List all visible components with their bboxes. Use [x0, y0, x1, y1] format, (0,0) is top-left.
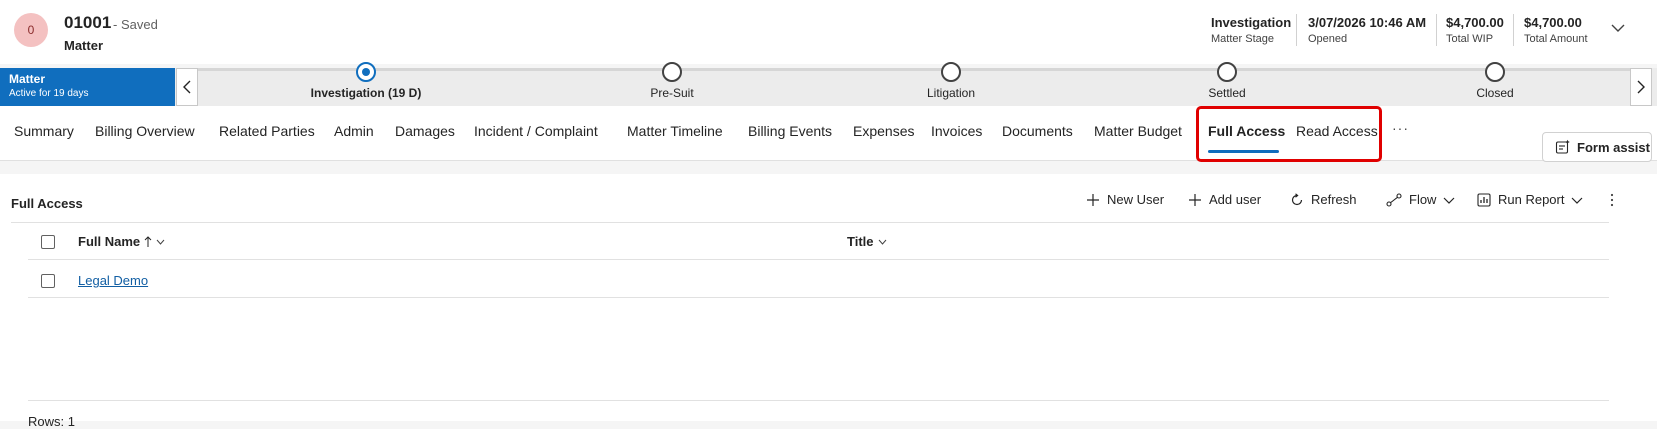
- subgrid-divider: [11, 222, 1609, 223]
- chevron-down-icon: [1572, 197, 1583, 204]
- header-field-total-wip: $4,700.00 Total WIP: [1446, 15, 1504, 45]
- report-icon: [1477, 192, 1491, 207]
- row-count: Rows: 1: [28, 414, 75, 429]
- stage-circle-icon: [1485, 62, 1505, 82]
- sort-ascending-icon: [144, 235, 152, 247]
- form-assist-button[interactable]: Form assist: [1542, 132, 1652, 162]
- header-divider: [1513, 14, 1514, 46]
- header-field-opened: 3/07/2026 10:46 AM Opened: [1308, 15, 1426, 45]
- avatar: 0: [14, 13, 48, 47]
- new-user-label: New User: [1107, 192, 1165, 207]
- plus-icon: [1087, 193, 1099, 206]
- header-field-value: Investigation: [1211, 15, 1292, 30]
- tab-highlight-annotation: [1196, 106, 1382, 162]
- full-access-subgrid: Full Access New User Add user Refresh Fl…: [0, 174, 1657, 429]
- chevron-down-icon: [878, 239, 886, 245]
- add-user-button[interactable]: Add user: [1188, 192, 1261, 207]
- header-row-divider: [28, 259, 1609, 260]
- process-name: Matter: [9, 72, 46, 86]
- column-header-full-name[interactable]: Full Name: [78, 234, 165, 249]
- tab-billing-overview[interactable]: Billing Overview: [95, 123, 195, 139]
- tab-admin[interactable]: Admin: [334, 123, 374, 139]
- tab-invoices[interactable]: Invoices: [931, 123, 982, 139]
- header-field-value: 3/07/2026 10:46 AM: [1308, 15, 1427, 30]
- bpf-previous-button[interactable]: [176, 68, 198, 106]
- tab-summary[interactable]: Summary: [14, 123, 74, 139]
- stage-label: Pre-Suit: [650, 86, 694, 100]
- bpf-track: [198, 68, 1630, 71]
- stage-label: Closed: [1476, 86, 1514, 100]
- tab-damages[interactable]: Damages: [395, 123, 455, 139]
- entity-name: Matter: [64, 38, 104, 53]
- form-assist-label: Form assist: [1577, 139, 1650, 155]
- header-field-label: Total Amount: [1524, 33, 1588, 45]
- header-field-value: $4,700.00: [1524, 15, 1582, 30]
- flow-button[interactable]: Flow: [1386, 192, 1455, 207]
- chevron-down-icon: [156, 239, 165, 245]
- header-divider: [1436, 14, 1437, 46]
- header-field-label: Opened: [1308, 33, 1348, 45]
- tab-documents[interactable]: Documents: [1002, 123, 1073, 139]
- form-tab-bar: Summary Billing Overview Related Parties…: [0, 106, 1657, 161]
- footer-divider: [28, 400, 1609, 401]
- save-status: - Saved: [113, 17, 158, 32]
- header-field-value: $4,700.00: [1446, 15, 1504, 30]
- tab-matter-timeline[interactable]: Matter Timeline: [627, 123, 723, 139]
- run-report-button[interactable]: Run Report: [1477, 192, 1583, 207]
- row-full-name-link[interactable]: Legal Demo: [78, 273, 148, 288]
- header-field-label: Total WIP: [1446, 33, 1494, 45]
- stage-circle-icon: [1217, 62, 1237, 82]
- process-stage-box[interactable]: Matter Active for 19 days: [0, 68, 175, 106]
- chevron-right-icon: [1637, 80, 1645, 94]
- header-field-matter-stage: Investigation Matter Stage: [1211, 15, 1291, 45]
- stage-active-icon: [356, 62, 376, 82]
- more-commands-button[interactable]: [1609, 192, 1615, 208]
- stage-label: Litigation: [926, 86, 976, 100]
- stage-label: Settled: [1208, 86, 1246, 100]
- row-select-checkbox[interactable]: [41, 274, 55, 288]
- tab-matter-budget[interactable]: Matter Budget: [1094, 123, 1182, 139]
- chevron-left-icon: [183, 80, 191, 94]
- run-report-label: Run Report: [1498, 192, 1565, 207]
- more-tabs-button[interactable]: ···: [1392, 120, 1409, 136]
- tab-incident-complaint[interactable]: Incident / Complaint: [474, 123, 598, 139]
- form-assist-icon: [1555, 139, 1570, 154]
- business-process-flow: Matter Active for 19 days Investigation …: [0, 62, 1657, 106]
- header-field-total-amount: $4,700.00 Total Amount: [1524, 15, 1588, 45]
- column-header-label: Title: [847, 234, 874, 249]
- flow-label: Flow: [1409, 192, 1437, 207]
- flow-icon: [1386, 192, 1402, 207]
- select-all-checkbox[interactable]: [41, 235, 55, 249]
- record-header: 0 01001 - Saved Matter Investigation Mat…: [0, 0, 1657, 64]
- add-user-label: Add user: [1209, 192, 1262, 207]
- refresh-button[interactable]: Refresh: [1290, 192, 1357, 207]
- chevron-down-icon[interactable]: [1608, 18, 1628, 38]
- subgrid-title: Full Access: [11, 196, 83, 211]
- more-vertical-icon: [1610, 193, 1614, 207]
- chevron-down-icon: [1444, 197, 1455, 204]
- row-divider: [28, 297, 1609, 298]
- stage-circle-icon: [941, 62, 961, 82]
- header-divider: [1296, 14, 1297, 46]
- tab-related-parties[interactable]: Related Parties: [219, 123, 315, 139]
- refresh-icon: [1291, 192, 1303, 205]
- refresh-label: Refresh: [1311, 192, 1357, 207]
- header-field-label: Matter Stage: [1211, 33, 1274, 45]
- stage-circle-icon: [662, 62, 682, 82]
- tab-billing-events[interactable]: Billing Events: [748, 123, 832, 139]
- new-user-button[interactable]: New User: [1086, 192, 1164, 207]
- column-header-label: Full Name: [78, 234, 141, 249]
- record-number: 01001: [64, 13, 112, 32]
- process-status: Active for 19 days: [9, 88, 89, 99]
- bpf-next-button[interactable]: [1630, 68, 1652, 106]
- plus-icon: [1189, 193, 1201, 206]
- column-header-title[interactable]: Title: [847, 234, 887, 249]
- tab-expenses[interactable]: Expenses: [853, 123, 914, 139]
- stage-label: Investigation (19 D): [310, 86, 422, 100]
